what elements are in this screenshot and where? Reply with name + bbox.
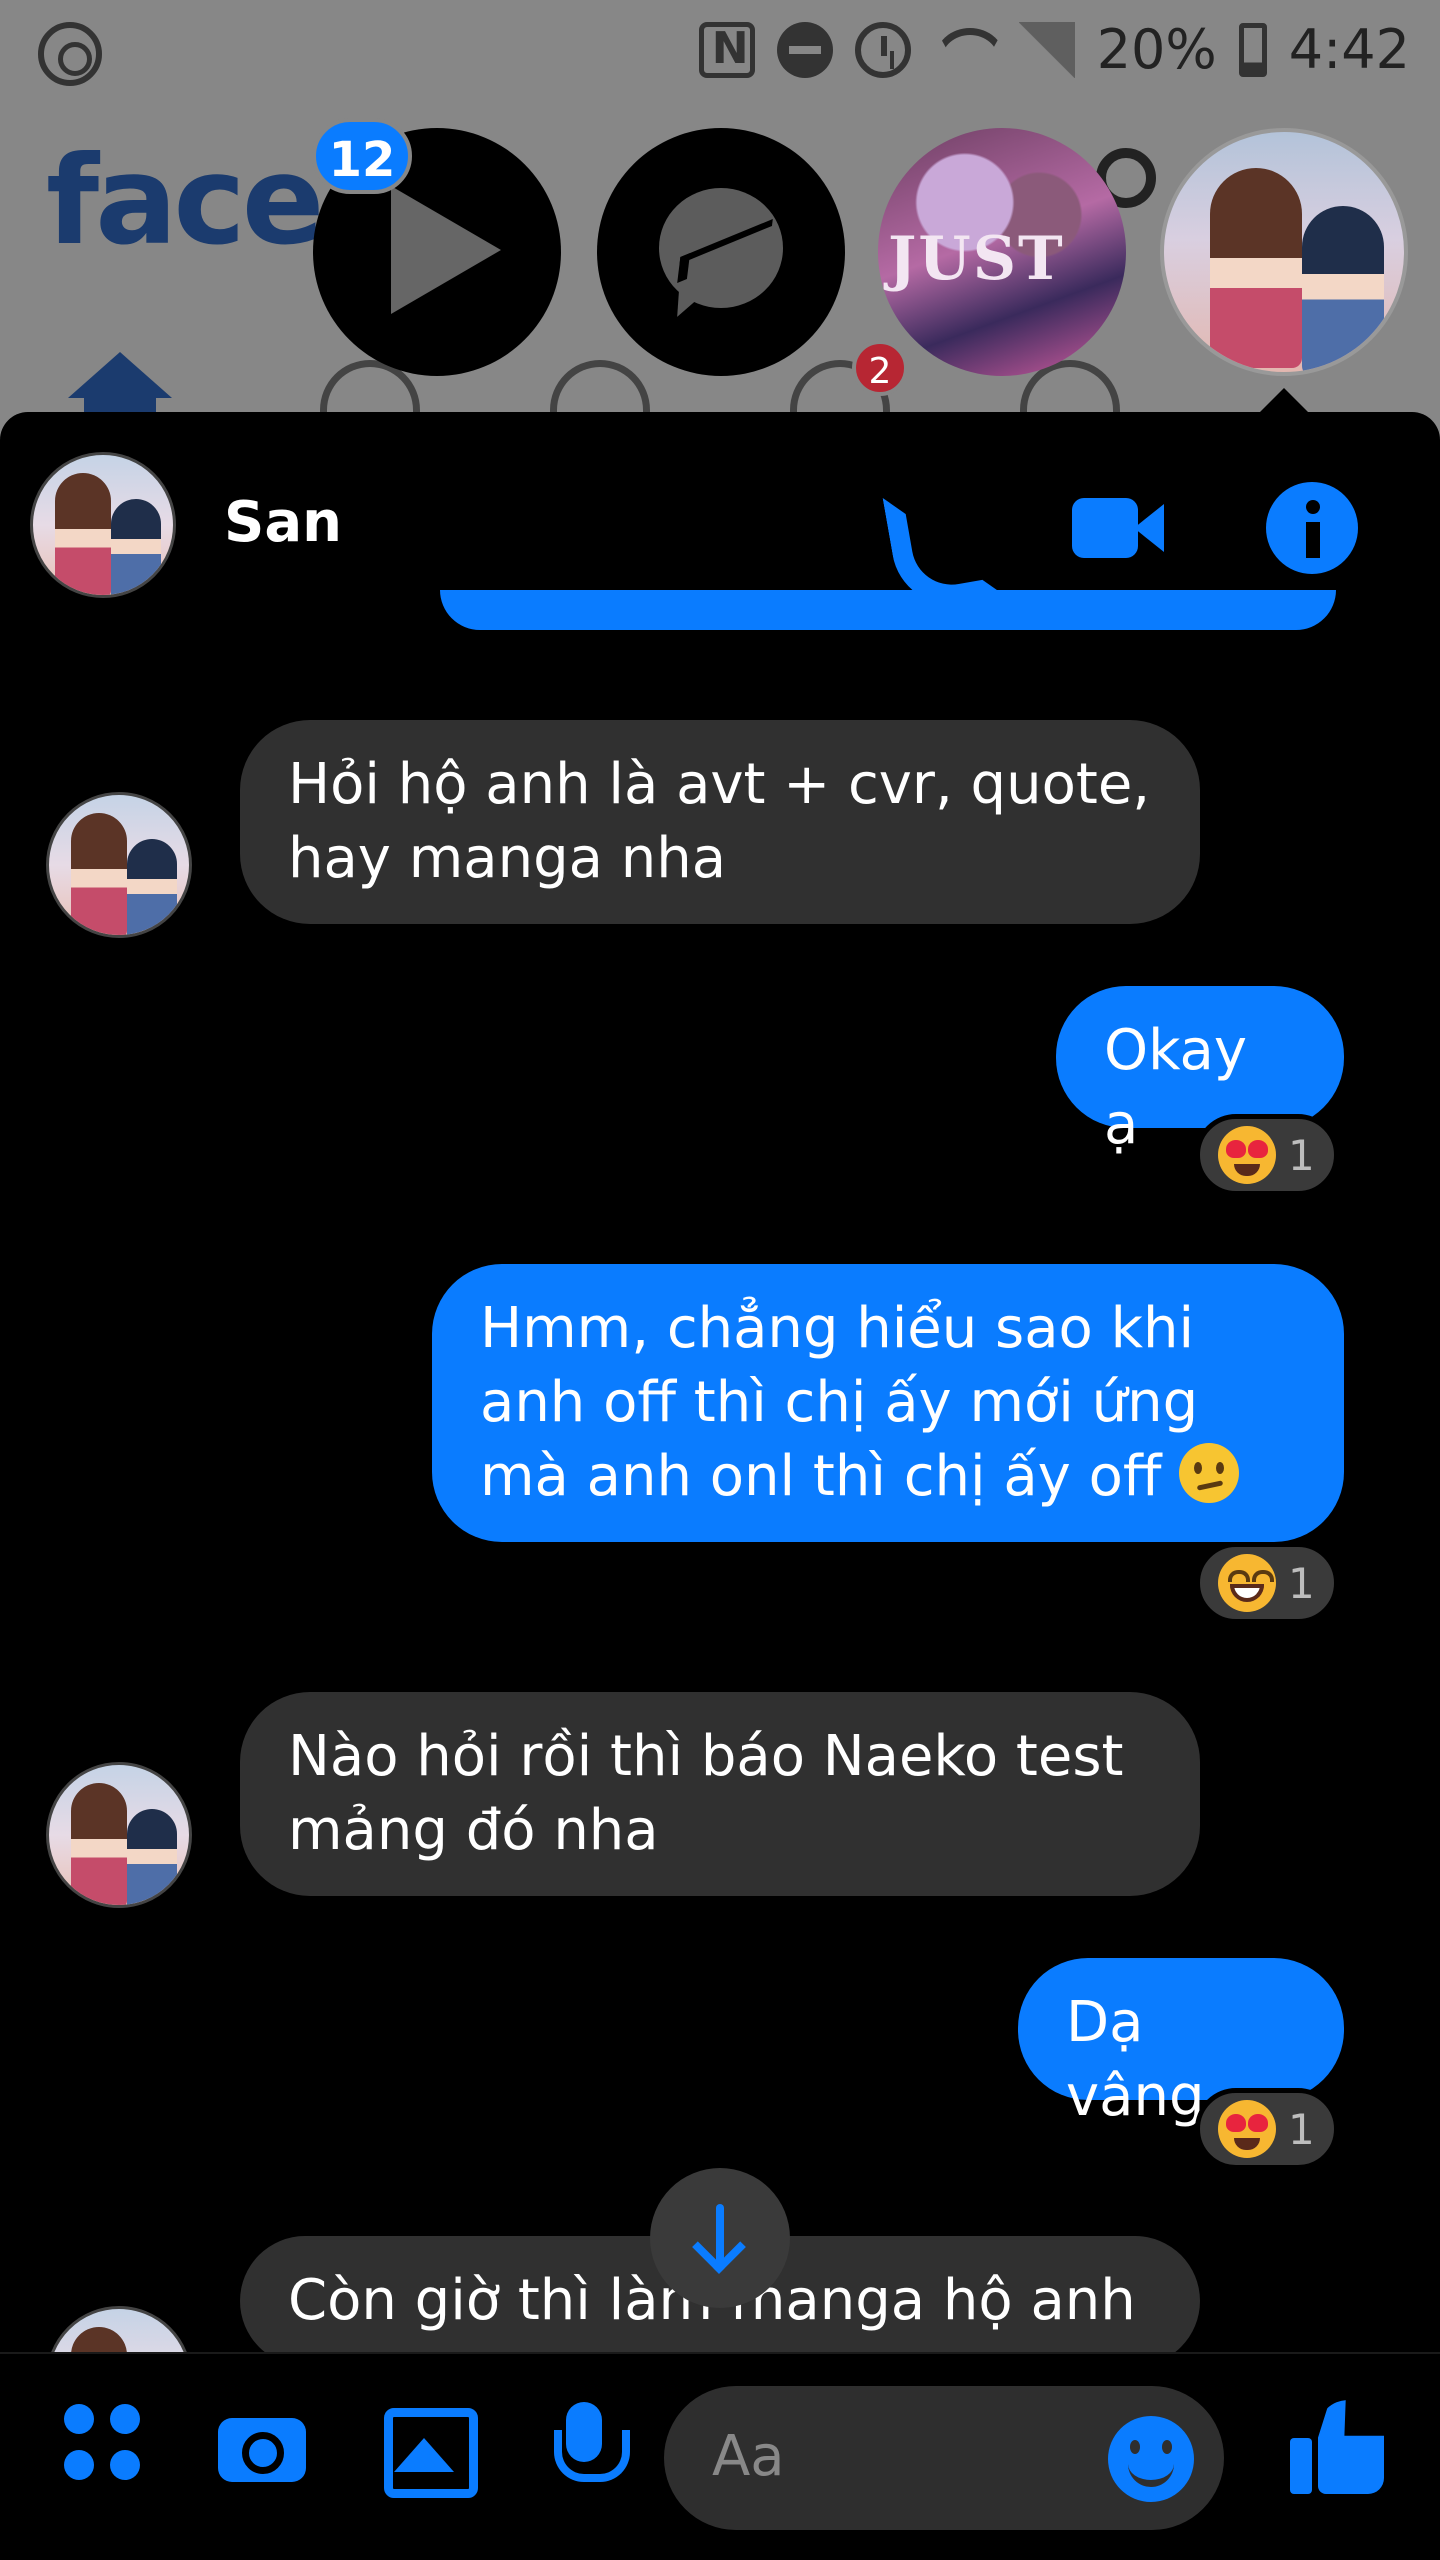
emoji-icon[interactable] (1108, 2416, 1194, 2502)
contact-name[interactable]: San (224, 490, 342, 555)
incoming-message[interactable]: Nào hỏi rồi thì báo Naeko test mảng đó n… (240, 1692, 1200, 1896)
previous-message-bubble (440, 590, 1336, 630)
outgoing-message[interactable]: Okay ạ (1056, 986, 1344, 1157)
laughing-emoji-icon (1218, 1554, 1276, 1612)
reaction-badge[interactable]: 1 (1195, 1542, 1339, 1624)
status-icons: 20% 4:42 (698, 18, 1410, 81)
message-list[interactable]: San Hỏi hộ anh là avt + cvr, quote, hay … (0, 412, 1440, 2352)
avatar-art (71, 1783, 127, 1905)
clock: 4:42 (1288, 18, 1410, 81)
avatar-art (127, 1809, 177, 1905)
message-text: Hmm, chẳng hiểu sao khi anh off thì chị … (480, 1296, 1199, 1509)
avatar-art (127, 839, 177, 935)
unread-badge: 12 (312, 118, 412, 194)
signal-icon (1018, 21, 1075, 78)
composer-bar: Aa (0, 2352, 1440, 2560)
chat-panel: San Hỏi hộ anh là avt + cvr, quote, hay … (0, 412, 1440, 2560)
gallery-icon[interactable] (380, 2398, 478, 2498)
thumbs-up-icon[interactable] (1286, 2390, 1396, 2500)
incoming-message[interactable]: Hỏi hộ anh là avt + cvr, quote, hay mang… (240, 720, 1200, 924)
messenger-icon (659, 188, 783, 308)
avatar (46, 1762, 192, 1908)
san-chat-head[interactable] (1160, 128, 1408, 376)
active-head-caret (1258, 388, 1310, 414)
phone-icon[interactable] (882, 482, 974, 574)
reaction-badge[interactable]: 1 (1195, 2088, 1339, 2170)
battery-percent: 20% (1096, 18, 1217, 81)
avatar (46, 2306, 192, 2352)
avatar[interactable] (30, 452, 176, 598)
confused-emoji-icon (1179, 1443, 1240, 1503)
reaction-badge[interactable]: 1 (1195, 1114, 1339, 1196)
microphone-icon[interactable] (540, 2398, 632, 2490)
info-icon[interactable] (1266, 482, 1358, 574)
heart-eyes-emoji-icon (1218, 1126, 1276, 1184)
wifi-icon (933, 22, 997, 78)
alarm-icon (854, 21, 911, 78)
apps-grid-icon[interactable] (58, 2398, 150, 2490)
group-chat-head[interactable]: JUST (878, 128, 1126, 376)
avatar-art (71, 813, 127, 935)
message-input-placeholder: Aa (712, 2424, 785, 2489)
avatar (46, 792, 192, 938)
video-call-icon[interactable] (1070, 482, 1164, 574)
battery-icon (1238, 22, 1267, 77)
watch-badge: 2 (852, 340, 908, 396)
reaction-count: 1 (1288, 2104, 1315, 2154)
avatar-art (1302, 206, 1384, 372)
reaction-count: 1 (1288, 1558, 1315, 1608)
message-input[interactable]: Aa (664, 2386, 1224, 2530)
avatar-art (1210, 168, 1302, 368)
chat-head-art-text: JUST (888, 224, 1065, 294)
avatar-art (71, 2327, 127, 2352)
reaction-count: 1 (1288, 1130, 1315, 1180)
avatar-art (55, 473, 111, 595)
nfc-icon (698, 21, 755, 78)
outgoing-message[interactable]: Dạ vâng (1018, 1958, 1344, 2129)
scroll-to-bottom-button[interactable] (650, 2168, 790, 2308)
do-not-disturb-icon (776, 21, 833, 78)
camera-icon[interactable] (216, 2398, 308, 2490)
messenger-chat-head[interactable] (597, 128, 845, 376)
screen: 20% 4:42 faceb 2 12 JUST San (0, 0, 1440, 2560)
outgoing-message[interactable]: Hmm, chẳng hiểu sao khi anh off thì chị … (432, 1264, 1344, 1542)
settings-status-icon (38, 22, 102, 86)
heart-eyes-emoji-icon (1218, 2100, 1276, 2158)
status-bar: 20% 4:42 (0, 0, 1440, 100)
avatar-art (111, 499, 161, 595)
